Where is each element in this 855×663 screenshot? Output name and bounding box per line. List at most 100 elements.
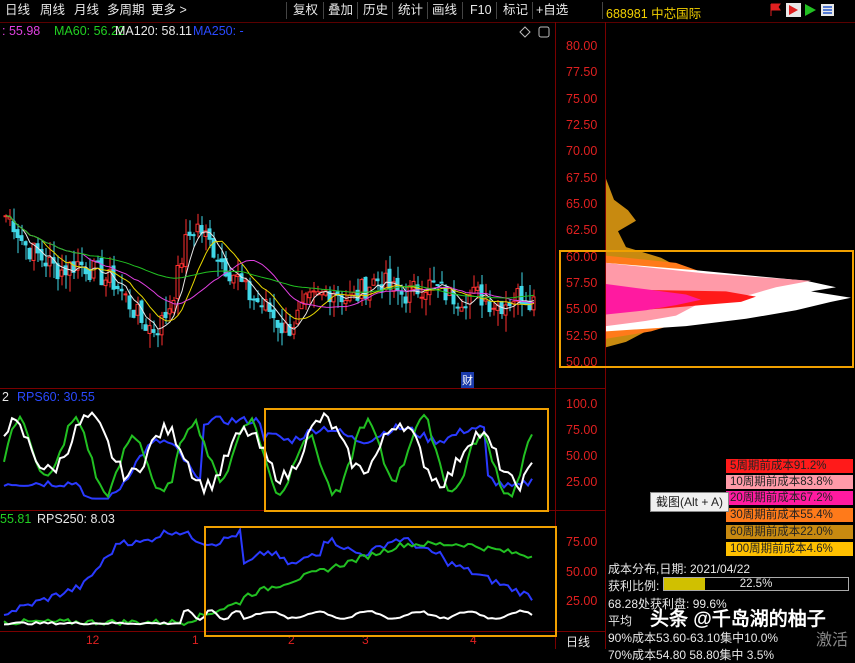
financial-marker[interactable]: 财 (461, 372, 474, 388)
rps60-tick: 25.00 (566, 475, 598, 489)
candle-body (435, 284, 440, 287)
candle-body (439, 281, 444, 284)
mark-button[interactable]: 标记 (503, 2, 528, 19)
candle-body (403, 296, 408, 304)
candle-body (219, 258, 224, 263)
candle-body (231, 274, 236, 284)
tab-multi-period[interactable]: 多周期 (107, 2, 145, 19)
more-button[interactable]: 更多 > (151, 2, 187, 19)
candle-body (55, 263, 60, 280)
candle-body (471, 286, 476, 294)
candle-body (87, 269, 92, 281)
price-tick: 67.50 (566, 170, 598, 185)
candle-body (235, 274, 240, 278)
highlight-box-chips (559, 250, 854, 368)
draw-button[interactable]: 画线 (432, 2, 457, 19)
candle-body (215, 259, 220, 262)
overlay-button[interactable]: 叠加 (328, 2, 353, 19)
rps60-tick: 50.00 (566, 449, 598, 463)
f10-button[interactable]: F10 (470, 2, 492, 19)
history-button[interactable]: 历史 (363, 2, 388, 19)
highlight-box-rps250 (204, 526, 557, 637)
candle-body (191, 234, 196, 237)
candle-body (207, 228, 212, 240)
candle-body (11, 220, 16, 233)
candle-body (279, 322, 284, 334)
candle-body (243, 279, 248, 283)
candle-body (295, 309, 300, 325)
candle-body (303, 293, 308, 305)
candle-body (115, 285, 120, 290)
period-label[interactable]: 日线 (566, 633, 590, 650)
price-tick: 70.00 (566, 144, 598, 159)
diamond-icon (519, 26, 531, 38)
price-tick: 75.00 (566, 91, 598, 106)
tab-weekly[interactable]: 周线 (40, 2, 65, 19)
cost-legend-5: 5周期前成本91.2% (726, 459, 853, 473)
window-icon (538, 26, 550, 38)
profit-value: 22.5% (739, 578, 773, 590)
candle-body (27, 247, 32, 260)
x-label-12: 12 (86, 633, 100, 647)
play-icon[interactable] (786, 3, 801, 17)
candle-body (123, 293, 128, 296)
ma250-label: MA250: - (193, 24, 244, 38)
candle-body (247, 281, 252, 301)
candle-body (251, 298, 256, 301)
candlestick-chart[interactable] (0, 40, 555, 388)
arrow-icon[interactable] (803, 3, 818, 17)
candle-body (23, 241, 28, 246)
candle-body (463, 306, 468, 309)
rps60-tick: 100.0 (566, 397, 598, 411)
candle-body (79, 261, 84, 266)
candle-body (479, 284, 484, 306)
candle-body (211, 237, 216, 258)
candle-body (443, 286, 448, 301)
candle-body (127, 295, 132, 310)
candle-body (399, 290, 404, 295)
average-cost: 平均 (608, 614, 633, 628)
stock-symbol: 688981 中芯国际 (606, 7, 702, 21)
price-tick: 65.00 (566, 197, 598, 211)
candle-body (255, 298, 260, 303)
flag-icon[interactable] (768, 3, 783, 17)
candle-body (183, 234, 188, 268)
ma-line (5, 215, 535, 299)
candle-body (43, 262, 48, 267)
rps60-tick: 75.00 (566, 423, 598, 437)
ma120-label: MA120: 58.11 (115, 24, 192, 38)
candle-body (503, 304, 508, 316)
candle-body (59, 269, 64, 277)
candle-body (103, 279, 108, 287)
cost-legend-30: 30周期前成本55.4% (726, 508, 853, 522)
candle-body (275, 319, 280, 328)
add-watchlist-button[interactable]: +自选 (536, 2, 568, 19)
candle-body (227, 272, 232, 282)
highlight-box-rps60 (264, 408, 549, 512)
rps250-tick: 50.00 (566, 564, 598, 579)
candle-body (175, 265, 180, 300)
candle-body (195, 223, 200, 233)
cost-legend-20: 20周期前成本67.2% (726, 491, 853, 505)
candle-body (119, 288, 124, 292)
stats-button[interactable]: 统计 (398, 2, 423, 19)
candle-body (271, 309, 276, 319)
candle-body (455, 306, 460, 309)
grid-icon[interactable] (820, 3, 835, 17)
watermark: 头条 @千岛湖的柚子 (650, 609, 826, 630)
candle-body (83, 267, 88, 275)
candle-body (427, 279, 432, 296)
candle-body (179, 263, 184, 268)
top-toolbar: 日线 周线 月线 多周期 更多 > 复权 叠加 历史 统计 画线 F10 标记 … (0, 0, 855, 23)
candle-body (135, 303, 140, 316)
candle-body (491, 307, 496, 310)
price-tick: 77.50 (566, 65, 598, 80)
price-tick: 62.50 (566, 223, 598, 238)
candle-body (63, 265, 68, 276)
tab-monthly[interactable]: 月线 (74, 2, 99, 19)
adjust-button[interactable]: 复权 (293, 2, 318, 19)
panel-controls[interactable] (519, 26, 551, 38)
tab-daily[interactable]: 日线 (5, 2, 30, 19)
candle-body (459, 306, 464, 312)
candle-body (187, 231, 192, 236)
